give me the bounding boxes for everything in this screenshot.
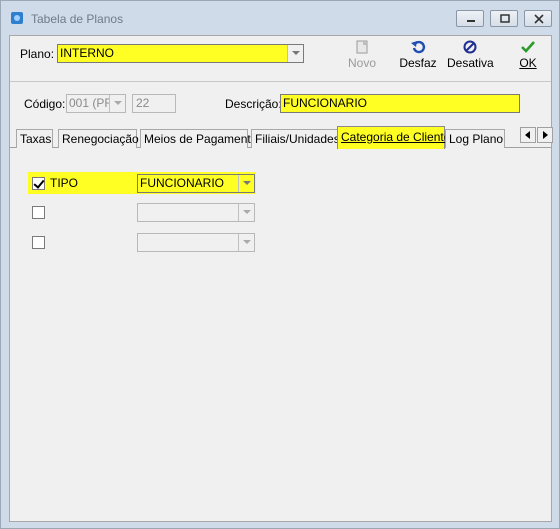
tab-filiais-unidades[interactable]: Filiais/Unidades bbox=[251, 129, 340, 148]
codigo-number-field: 22 bbox=[132, 94, 176, 113]
close-icon bbox=[534, 14, 544, 24]
tab-renegociacao[interactable]: Renegociação bbox=[58, 129, 139, 148]
tab-categoria-de-cliente[interactable]: Categoria de Cliente bbox=[337, 126, 450, 149]
plano-value: INTERNO bbox=[60, 46, 114, 60]
categoria-panel: TIPO FUNCIONARIO bbox=[10, 149, 551, 521]
desfaz-label: Desfaz bbox=[399, 56, 437, 70]
app-icon bbox=[11, 12, 23, 24]
minimize-button[interactable] bbox=[456, 10, 484, 27]
client-area: Plano: INTERNO Novo Desfaz Desativa OK C… bbox=[9, 35, 553, 522]
tab-meios-de-pagamento[interactable]: Meios de Pagamento bbox=[140, 129, 257, 148]
codigo-label: Código: bbox=[24, 97, 66, 111]
title-bar[interactable]: Tabela de Planos bbox=[1, 1, 559, 35]
desativa-label: Desativa bbox=[447, 56, 494, 70]
window-title: Tabela de Planos bbox=[31, 12, 124, 26]
desativa-button[interactable]: Desativa bbox=[447, 38, 494, 78]
novo-button[interactable]: Novo bbox=[339, 38, 385, 78]
plano-select[interactable]: INTERNO bbox=[57, 44, 304, 63]
descricao-label: Descrição: bbox=[225, 97, 282, 111]
ok-button[interactable]: OK bbox=[505, 38, 551, 78]
categoria-row-1-label: TIPO bbox=[50, 176, 79, 190]
plano-label: Plano: bbox=[20, 47, 55, 61]
categoria-row-3-select[interactable] bbox=[137, 233, 255, 252]
chevron-down-icon[interactable] bbox=[287, 45, 303, 62]
chevron-down-icon[interactable] bbox=[238, 204, 254, 221]
checkmark-icon bbox=[521, 41, 535, 53]
plan-table-window: Tabela de Planos Plano: INTERNO Novo Des… bbox=[0, 0, 560, 529]
categoria-row-2-checkbox[interactable] bbox=[32, 206, 45, 219]
codigo-select[interactable]: 001 (PR bbox=[66, 94, 126, 113]
chevron-down-icon[interactable] bbox=[238, 175, 254, 192]
tab-log-plano[interactable]: Log Plano bbox=[445, 129, 505, 148]
categoria-row-1-select[interactable]: FUNCIONARIO bbox=[137, 174, 255, 193]
codigo-value: 001 (PR bbox=[69, 96, 114, 110]
minimize-icon bbox=[467, 20, 475, 22]
new-document-icon bbox=[356, 40, 368, 54]
maximize-button[interactable] bbox=[490, 10, 518, 27]
tab-strip: Taxas Renegociação Meios de Pagamento Fi… bbox=[10, 126, 553, 149]
categoria-row-3-checkbox[interactable] bbox=[32, 236, 45, 249]
categoria-row-1-value: FUNCIONARIO bbox=[140, 176, 224, 190]
chevron-down-icon[interactable] bbox=[238, 234, 254, 251]
tab-scroll-right-button[interactable] bbox=[537, 127, 553, 143]
ok-label: OK bbox=[519, 56, 537, 70]
disable-icon bbox=[463, 40, 477, 54]
info-bar: Código: 001 (PR 22 Descrição: FUNCIONARI… bbox=[10, 83, 551, 123]
maximize-icon bbox=[500, 14, 510, 23]
close-button[interactable] bbox=[524, 10, 552, 27]
toolbar: Plano: INTERNO Novo Desfaz Desativa OK bbox=[10, 36, 551, 82]
tab-scroll-left-button[interactable] bbox=[520, 127, 536, 143]
categoria-row-2-select[interactable] bbox=[137, 203, 255, 222]
tab-taxas[interactable]: Taxas bbox=[16, 129, 53, 148]
desfaz-button[interactable]: Desfaz bbox=[395, 38, 441, 78]
chevron-down-icon[interactable] bbox=[109, 95, 125, 112]
novo-label: Novo bbox=[347, 56, 376, 70]
undo-icon bbox=[411, 40, 426, 54]
categoria-row-1-checkbox[interactable] bbox=[32, 177, 45, 190]
descricao-field[interactable]: FUNCIONARIO bbox=[280, 94, 520, 113]
